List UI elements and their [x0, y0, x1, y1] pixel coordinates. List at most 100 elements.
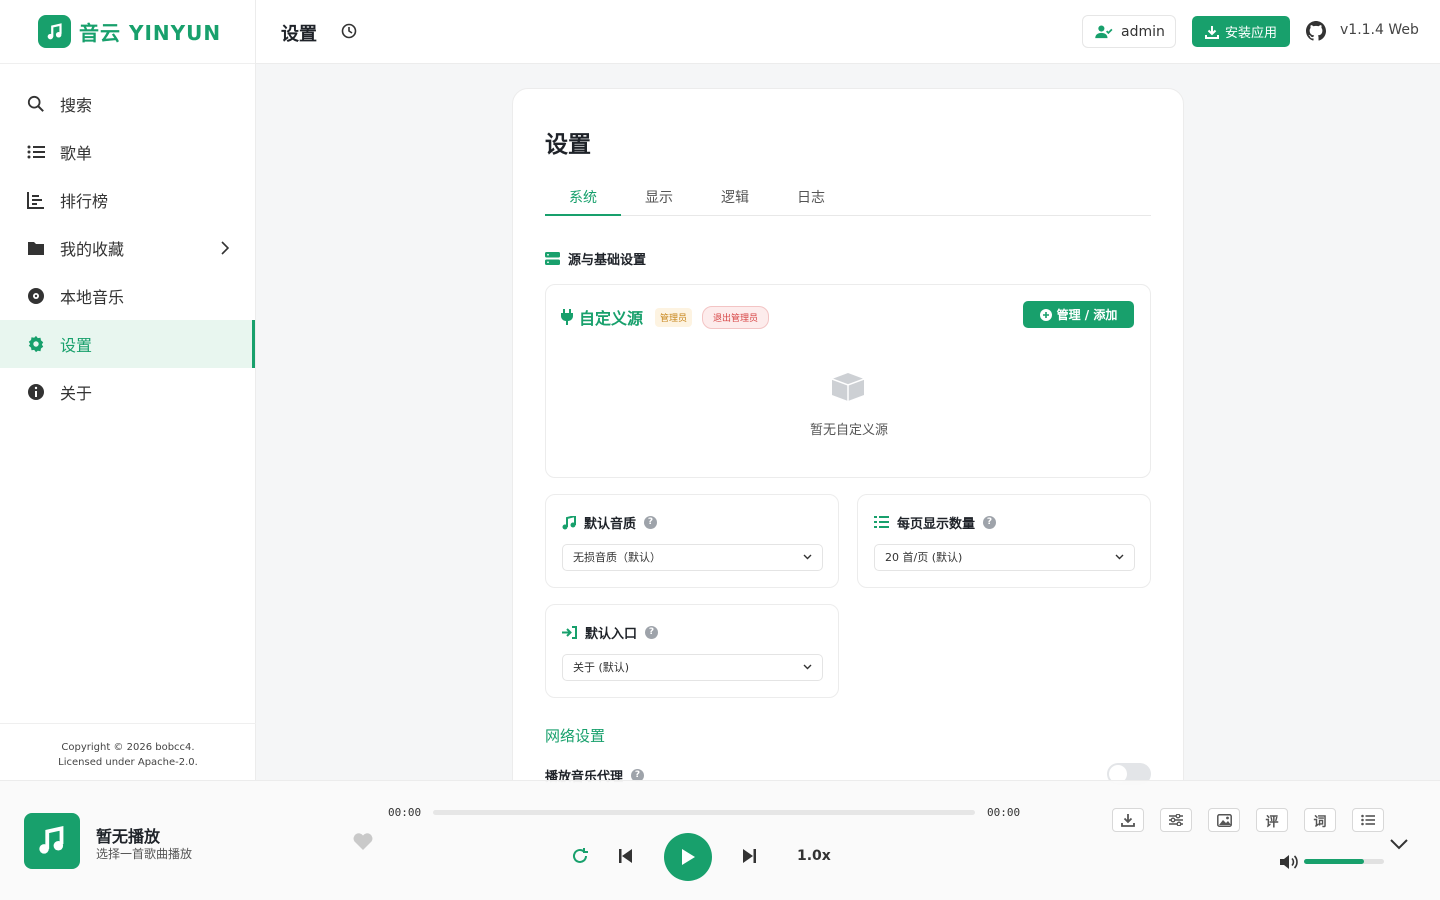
chevron-right-icon	[221, 240, 230, 259]
server-icon	[545, 252, 560, 265]
manage-add-button[interactable]: 管理 / 添加	[1023, 301, 1134, 328]
previous-icon[interactable]	[619, 848, 633, 864]
settings-tabs: 系统 显示 逻辑 日志	[545, 185, 1151, 216]
install-app-label: 安装应用	[1224, 26, 1277, 41]
equalizer-button[interactable]	[1160, 808, 1192, 832]
page-size-setting: 每页显示数量 ? 20 首/页 (默认)	[857, 494, 1151, 588]
plus-circle-icon	[1039, 308, 1052, 321]
tab-system[interactable]: 系统	[545, 185, 621, 216]
play-icon	[682, 849, 695, 865]
history-icon[interactable]	[341, 23, 357, 43]
disc-icon	[26, 286, 46, 306]
sidebar-item-local-music[interactable]: 本地音乐	[0, 272, 255, 320]
volume-icon[interactable]	[1280, 854, 1300, 874]
page-size-select[interactable]: 20 首/页 (默认)	[874, 544, 1135, 571]
quality-value: 无损音质（默认）	[573, 551, 661, 564]
app-logo[interactable]: 音云 YINYUN	[0, 0, 255, 64]
settings-card: 设置 系统 显示 逻辑 日志 源与基础设置 自定义源 管理员 退出管理员 管理 …	[512, 88, 1184, 808]
sidebar-item-label: 排行榜	[60, 192, 109, 211]
setting-label: 默认音质 ?	[562, 513, 658, 532]
sidebar-item-settings[interactable]: 设置	[0, 320, 255, 368]
progress-bar[interactable]	[433, 810, 975, 815]
sidebar-item-label: 我的收藏	[60, 240, 125, 259]
music-note-icon	[562, 515, 576, 530]
user-name: admin	[1121, 23, 1165, 40]
lyrics-button[interactable]: 词	[1304, 808, 1336, 832]
chevron-down-icon	[803, 664, 812, 670]
heart-icon[interactable]	[353, 833, 373, 854]
list-icon	[1361, 814, 1375, 826]
repeat-icon[interactable]	[571, 847, 589, 865]
settings-title: 设置	[545, 132, 591, 158]
tab-log[interactable]: 日志	[773, 185, 849, 215]
download-icon	[1204, 25, 1219, 39]
sidebar-item-label: 本地音乐	[60, 288, 125, 307]
plug-icon	[561, 309, 573, 325]
sidebar: 音云 YINYUN 搜索 歌单 排行榜 我的收藏 本地音乐 设置 关于 Copy…	[0, 0, 256, 780]
tab-display[interactable]: 显示	[621, 185, 697, 215]
sidebar-item-search[interactable]: 搜索	[0, 80, 255, 128]
album-cover[interactable]	[24, 813, 80, 869]
copyright: Copyright © 2026 bobcc4. Licensed under …	[0, 723, 256, 770]
search-icon	[26, 94, 46, 114]
song-title: 暂无播放	[96, 827, 161, 846]
playback-speed[interactable]: 1.0x	[797, 848, 831, 864]
sidebar-item-label: 搜索	[60, 96, 93, 115]
image-icon	[1216, 813, 1232, 827]
player-bar: 暂无播放 选择一首歌曲播放 00:00 00:00 1.0x 评 词	[0, 780, 1440, 900]
sign-in-icon	[562, 626, 577, 639]
section-heading: 源与基础设置	[545, 249, 646, 268]
empty-box-icon	[830, 371, 866, 405]
quality-label: 默认音质	[584, 517, 637, 532]
default-entry-setting: 默认入口 ? 关于 (默认)	[545, 604, 839, 698]
sliders-icon	[1169, 814, 1183, 826]
time-total: 00:00	[987, 806, 1021, 819]
gear-icon	[26, 334, 46, 354]
page-size-label: 每页显示数量	[897, 517, 976, 532]
chevron-down-icon[interactable]	[1390, 835, 1408, 854]
exit-admin-button[interactable]: 退出管理员	[702, 305, 770, 329]
page-title: 设置	[281, 24, 317, 45]
manage-add-label: 管理 / 添加	[1056, 308, 1118, 322]
help-icon[interactable]: ?	[644, 516, 658, 529]
sidebar-item-favorites[interactable]: 我的收藏	[0, 224, 255, 272]
sidebar-item-playlists[interactable]: 歌单	[0, 128, 255, 176]
download-icon	[1121, 814, 1135, 827]
app-version: v1.1.4 Web	[1340, 22, 1419, 38]
sidebar-item-about[interactable]: 关于	[0, 368, 255, 416]
chevron-down-icon	[803, 554, 812, 560]
github-icon[interactable]	[1306, 21, 1327, 45]
chevron-down-icon	[1115, 554, 1124, 560]
quality-select[interactable]: 无损音质（默认）	[562, 544, 823, 571]
music-logo-icon	[39, 825, 64, 854]
cover-button[interactable]	[1208, 808, 1240, 832]
next-icon[interactable]	[742, 848, 756, 864]
download-button[interactable]	[1112, 808, 1144, 832]
entry-select[interactable]: 关于 (默认)	[562, 654, 823, 681]
music-logo-icon	[38, 15, 71, 48]
sidebar-nav: 搜索 歌单 排行榜 我的收藏 本地音乐 设置 关于	[0, 80, 255, 416]
list-icon	[26, 142, 46, 162]
comments-button[interactable]: 评	[1256, 808, 1288, 832]
default-quality-setting: 默认音质 ? 无损音质（默认）	[545, 494, 839, 588]
playlist-button[interactable]	[1352, 808, 1384, 832]
tab-logic[interactable]: 逻辑	[697, 185, 773, 215]
user-button[interactable]: admin	[1082, 15, 1176, 48]
app-name: 音云 YINYUN	[79, 21, 222, 45]
install-app-button[interactable]: 安装应用	[1192, 16, 1290, 47]
sidebar-item-charts[interactable]: 排行榜	[0, 176, 255, 224]
info-icon	[26, 382, 46, 402]
top-header: 设置 admin 安装应用 v1.1.4 Web	[256, 0, 1440, 64]
play-button[interactable]	[664, 833, 712, 881]
custom-source-title: 自定义源	[579, 309, 644, 328]
setting-label: 默认入口 ?	[562, 623, 659, 642]
volume-slider[interactable]	[1304, 859, 1384, 864]
setting-label: 每页显示数量 ?	[874, 513, 997, 532]
help-icon[interactable]: ?	[983, 516, 997, 529]
admin-badge: 管理员	[655, 307, 693, 327]
chart-icon	[26, 190, 46, 210]
help-icon[interactable]: ?	[645, 626, 659, 639]
sidebar-item-label: 关于	[60, 384, 93, 403]
network-section-title: 网络设置	[545, 727, 606, 745]
time-current: 00:00	[388, 806, 422, 819]
